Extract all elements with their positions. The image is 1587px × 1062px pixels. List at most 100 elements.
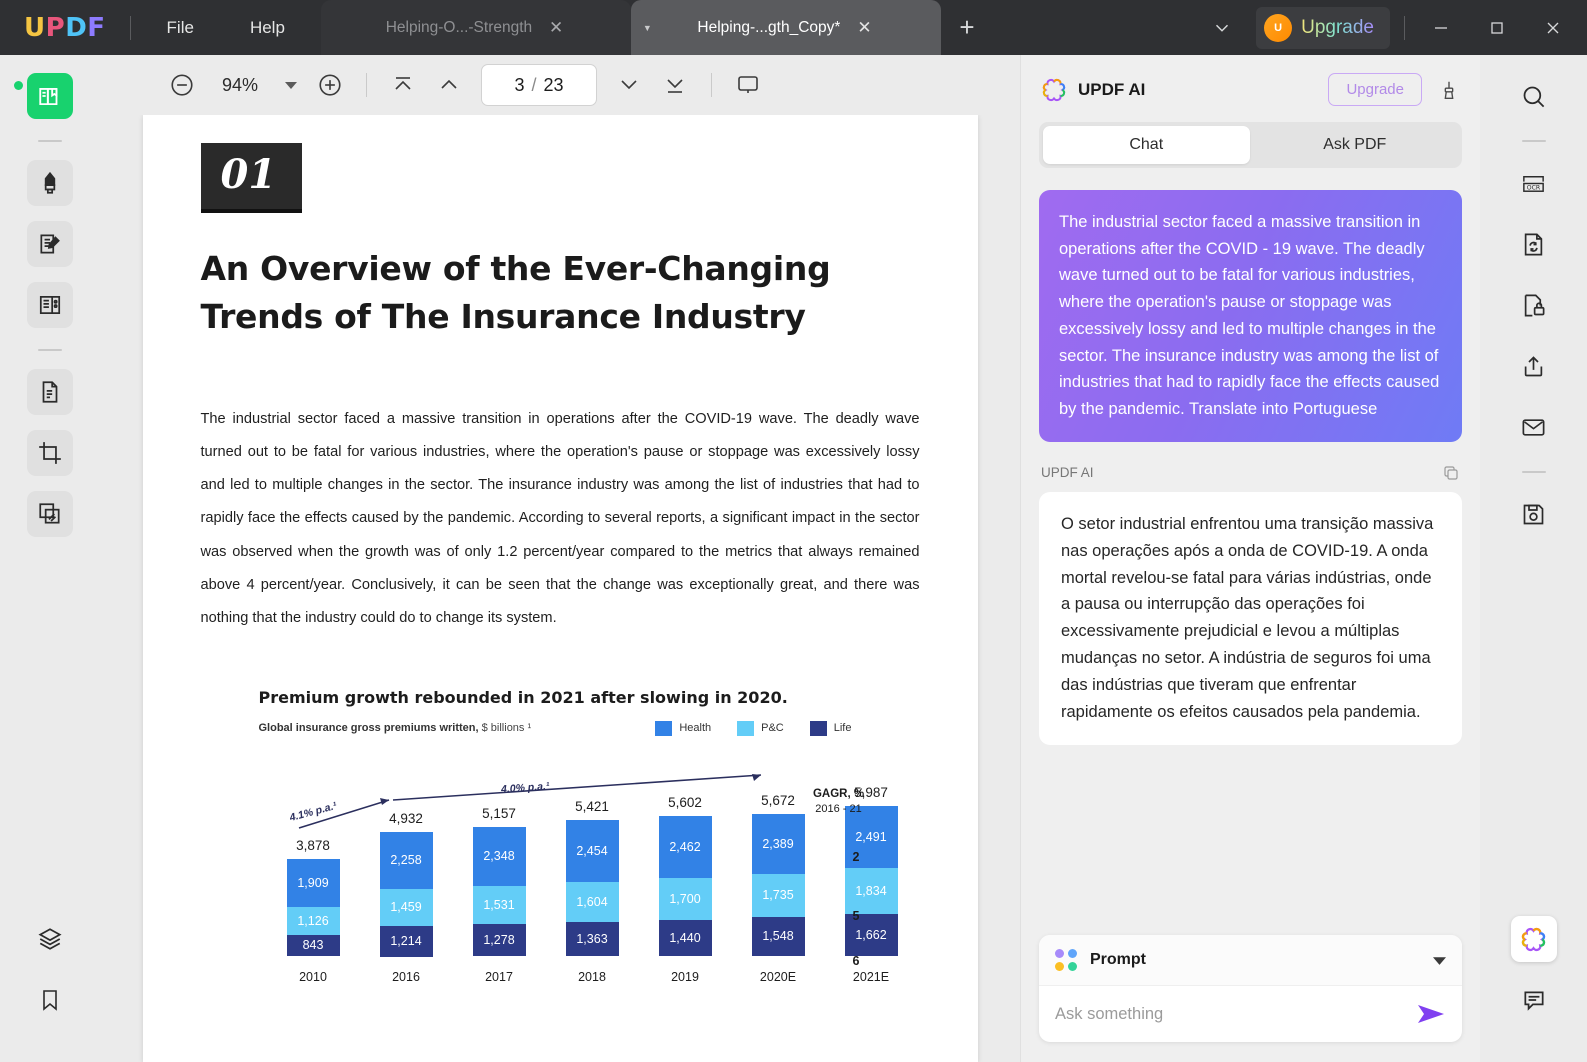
send-icon — [1418, 1005, 1444, 1023]
bar-segment-pc: 1,459 — [379, 888, 433, 926]
menu-file[interactable]: File — [139, 0, 222, 55]
sidebar-item-organize-pages[interactable] — [27, 282, 73, 328]
send-button[interactable] — [1416, 1001, 1446, 1027]
tab-list-button[interactable] — [1194, 0, 1250, 55]
ask-something-input[interactable] — [1055, 1004, 1416, 1024]
chevron-down-icon[interactable]: ▼ — [643, 23, 652, 33]
bar-segment-life: 843 — [286, 934, 340, 956]
updf-window: UPDF File Help Helping-O...-Strength ✕ ▼… — [0, 0, 1587, 1062]
bar-segment-health: 2,454 — [565, 819, 619, 882]
current-page-value: 3 — [514, 74, 525, 95]
sidebar-item-share[interactable] — [1511, 343, 1557, 389]
sidebar-item-ocr[interactable]: OCR — [1511, 160, 1557, 206]
minimize-button[interactable] — [1413, 0, 1469, 55]
page-number-input[interactable]: 3 / 23 — [481, 64, 597, 106]
sidebar-item-save[interactable] — [1511, 491, 1557, 537]
gagr-value-health: 2 — [852, 849, 860, 864]
sidebar-item-search[interactable] — [1511, 73, 1557, 119]
close-icon[interactable]: ✕ — [854, 19, 874, 36]
prompt-selector[interactable]: Prompt — [1039, 935, 1462, 986]
chart-x-label: 2021E — [852, 969, 890, 984]
sidebar-item-edit-pdf[interactable] — [27, 221, 73, 267]
app-body: 94% 3 / 23 01 An Overview of the Ever-Ch… — [0, 55, 1587, 1062]
chart-subtitle-unit: $ billions ¹ — [481, 722, 532, 735]
chart-x-label: 2016 — [392, 969, 420, 984]
ai-conversation[interactable]: The industrial sector faced a massive tr… — [1021, 168, 1480, 921]
zoom-out-button[interactable] — [160, 63, 204, 107]
clear-chat-button[interactable] — [1438, 79, 1460, 101]
rail-separator — [38, 140, 62, 142]
sidebar-item-comment[interactable] — [27, 160, 73, 206]
legend-item-pc: P&C — [737, 720, 784, 736]
sidebar-item-updf-ai[interactable] — [1510, 916, 1557, 962]
bar-segment-pc: 1,531 — [472, 885, 526, 924]
chart-bar-2016: 4,932 2,258 1,459 1,214 — [379, 811, 433, 957]
chart-x-label: 2010 — [299, 969, 327, 984]
chevron-up-icon — [441, 79, 457, 89]
upgrade-label: Upgrade — [1301, 16, 1374, 38]
menu-help[interactable]: Help — [222, 0, 313, 55]
upgrade-button[interactable]: U Upgrade — [1256, 6, 1390, 49]
presentation-button[interactable] — [726, 63, 770, 107]
ai-panel-header: UPDF AI Upgrade — [1021, 55, 1480, 118]
close-window-button[interactable] — [1525, 0, 1581, 55]
last-page-button[interactable] — [653, 63, 697, 107]
sidebar-item-protect[interactable] — [1511, 282, 1557, 328]
chart-subtitle: Global insurance gross premiums written,… — [259, 722, 532, 734]
zoom-dropdown-button[interactable] — [276, 65, 306, 105]
chevron-down-icon[interactable] — [1433, 956, 1446, 965]
toolbar-separator-1 — [366, 73, 367, 97]
chart-bar-2021E: 5,987 2,491 1,834 1,662 — [844, 785, 898, 956]
legend-item-life: Life — [809, 720, 852, 736]
copy-icon — [1444, 466, 1458, 480]
upgrade-badge-label: U — [1274, 21, 1283, 34]
legend-swatch — [809, 720, 827, 736]
new-tab-button[interactable]: + — [941, 0, 993, 55]
sidebar-item-email[interactable] — [1511, 404, 1557, 450]
left-toolbar — [0, 55, 100, 1062]
menu-file-label: File — [166, 17, 194, 37]
edit-pdf-icon — [40, 234, 60, 254]
zoom-level[interactable]: 94% — [212, 75, 268, 96]
plus-icon: + — [959, 12, 975, 42]
tab-ask-pdf[interactable]: Ask PDF — [1252, 126, 1459, 164]
ocr-icon: OCR — [1523, 175, 1544, 192]
menu-help-label: Help — [249, 17, 285, 37]
previous-page-button[interactable] — [427, 63, 471, 107]
document-viewer[interactable]: 01 An Overview of the Ever-Changing Tren… — [100, 115, 1020, 1062]
close-icon[interactable]: ✕ — [546, 19, 566, 36]
ai-upgrade-button[interactable]: Upgrade — [1328, 73, 1422, 106]
body-paragraph: The industrial sector faced a massive tr… — [200, 410, 920, 627]
sidebar-item-compress[interactable] — [1511, 221, 1557, 267]
sidebar-item-crop[interactable] — [27, 430, 73, 476]
zoom-in-button[interactable] — [308, 63, 352, 107]
sidebar-item-bookmark[interactable] — [27, 977, 73, 1023]
bar-segment-pc: 1,604 — [565, 881, 619, 922]
chart-bar-2017: 5,157 2,348 1,531 1,278 — [472, 806, 526, 956]
legend-label: Life — [833, 722, 852, 735]
sidebar-item-reader[interactable] — [27, 73, 73, 119]
gagr-header: GAGR, % — [812, 787, 865, 800]
window-controls — [1413, 0, 1581, 55]
page-separator: / — [531, 74, 537, 95]
unsaved-indicator-dot — [14, 81, 23, 90]
titlebar-divider-2 — [1404, 15, 1405, 40]
tab-chat[interactable]: Chat — [1043, 126, 1250, 164]
prompt-input-row — [1039, 986, 1462, 1042]
sidebar-item-convert-pdf[interactable] — [27, 369, 73, 415]
copy-button[interactable] — [1442, 464, 1460, 482]
sidebar-item-comments[interactable] — [1511, 977, 1557, 1023]
document-tab-1[interactable]: Helping-O...-Strength ✕ — [320, 0, 631, 55]
next-page-button[interactable] — [607, 63, 651, 107]
document-tab-2[interactable]: ▼ Helping-...gth_Copy* ✕ — [630, 0, 941, 55]
sidebar-item-layers[interactable] — [27, 916, 73, 962]
right-toolbar: OCR — [1480, 55, 1587, 1062]
sidebar-item-batch[interactable] — [27, 491, 73, 537]
chart-bar-2010: 3,878 1,909 1,126 843 — [286, 838, 340, 956]
legend-swatch — [655, 720, 673, 736]
maximize-button[interactable] — [1469, 0, 1525, 55]
first-page-button[interactable] — [381, 63, 425, 107]
total-pages-value: 23 — [543, 74, 564, 95]
comment-icon — [1523, 991, 1544, 1011]
first-page-icon — [395, 77, 411, 90]
